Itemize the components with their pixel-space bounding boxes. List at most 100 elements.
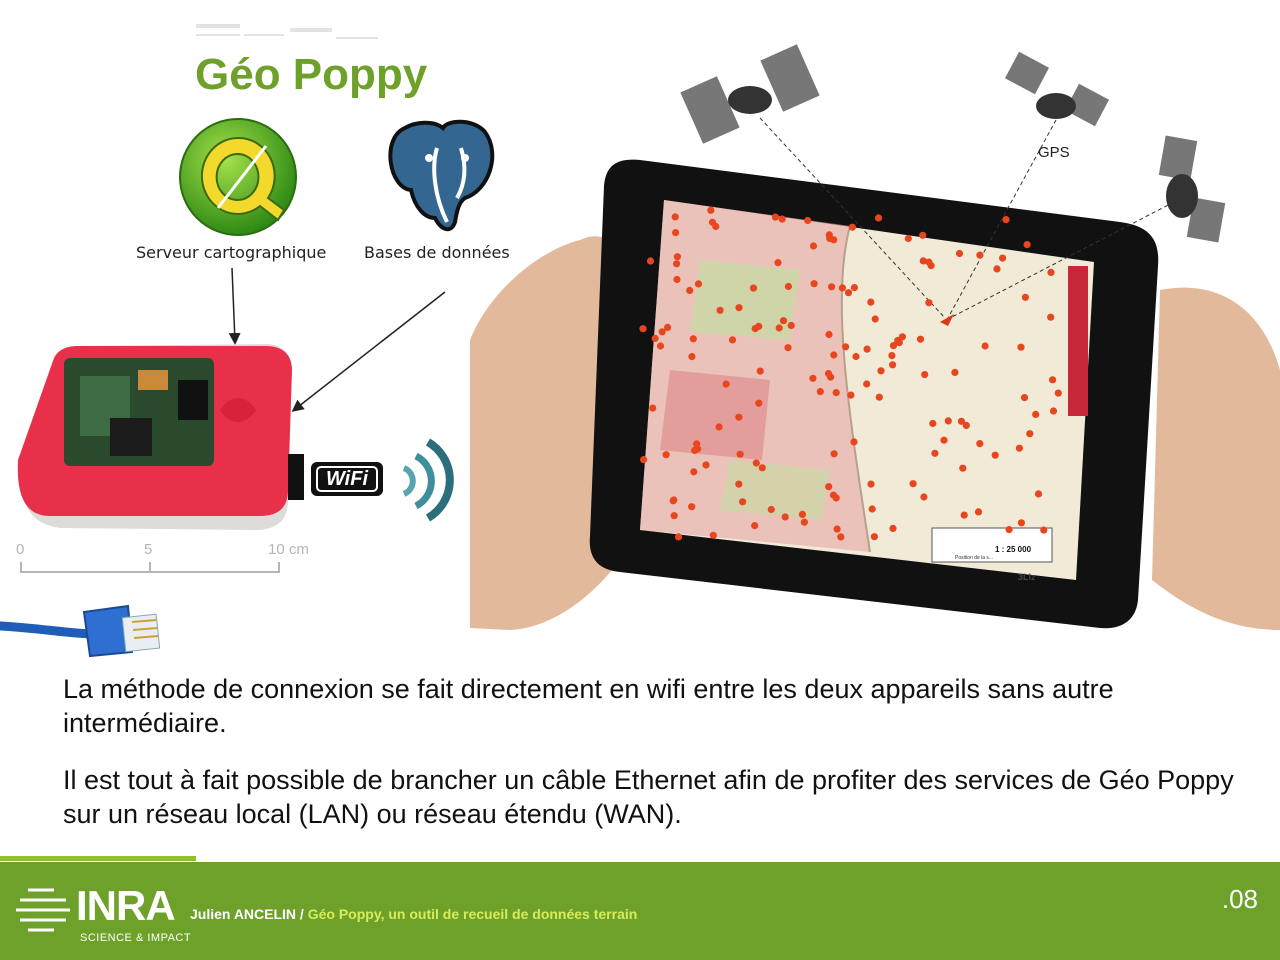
map-point bbox=[852, 352, 860, 361]
map-point bbox=[673, 253, 681, 261]
map-point bbox=[1002, 216, 1010, 224]
map-point bbox=[778, 215, 786, 223]
map-point bbox=[689, 335, 697, 343]
map-point bbox=[735, 304, 743, 312]
map-point bbox=[1015, 444, 1023, 452]
map-point bbox=[784, 282, 792, 291]
map-point bbox=[735, 480, 743, 488]
map-point bbox=[1054, 389, 1062, 397]
map-point bbox=[756, 367, 764, 375]
map-point bbox=[838, 284, 846, 292]
map-point bbox=[640, 456, 648, 464]
map-point bbox=[708, 218, 717, 226]
map-point bbox=[672, 229, 680, 237]
map-point bbox=[673, 275, 681, 284]
footer-author-line: Julien ANCELIN / Géo Poppy, un outil de … bbox=[190, 906, 637, 922]
map-point bbox=[662, 451, 670, 459]
page-number: .08 bbox=[1221, 884, 1258, 914]
map-point bbox=[707, 206, 715, 214]
map-point bbox=[837, 533, 845, 541]
map-point bbox=[844, 289, 853, 297]
map-point bbox=[898, 333, 906, 341]
map-point bbox=[904, 234, 912, 243]
map-point bbox=[824, 370, 833, 378]
author-name: Julien ANCELIN / bbox=[190, 906, 304, 922]
map-point bbox=[867, 298, 875, 306]
wifi-label: WiFi bbox=[325, 468, 369, 490]
map-point bbox=[800, 518, 808, 526]
map-point bbox=[921, 371, 929, 379]
map-point bbox=[920, 493, 928, 501]
map-point bbox=[739, 498, 747, 506]
map-point bbox=[991, 451, 999, 459]
map-point bbox=[889, 524, 897, 532]
map-point bbox=[847, 391, 855, 399]
ethernet-cable-icon bbox=[0, 604, 161, 658]
map-point bbox=[1040, 526, 1048, 534]
map-point bbox=[1047, 313, 1055, 321]
map-point bbox=[828, 283, 836, 291]
map-point bbox=[842, 343, 850, 351]
map-point bbox=[829, 491, 838, 499]
map-point bbox=[871, 315, 879, 323]
map-point bbox=[1026, 430, 1034, 438]
map-point bbox=[658, 328, 666, 336]
map-point bbox=[715, 423, 723, 431]
map-point bbox=[784, 344, 792, 352]
map-point bbox=[976, 440, 984, 448]
map-point bbox=[781, 513, 789, 521]
map-point bbox=[671, 213, 679, 221]
map-point bbox=[944, 417, 952, 425]
map-point bbox=[639, 325, 647, 333]
map-point bbox=[919, 257, 927, 265]
ruler-label-5: 5 bbox=[144, 541, 153, 558]
map-point bbox=[688, 353, 696, 361]
map-point bbox=[758, 464, 766, 472]
map-point bbox=[833, 525, 841, 533]
map-point bbox=[690, 468, 698, 476]
map-point bbox=[649, 404, 657, 412]
map-point bbox=[826, 234, 834, 242]
map-point bbox=[749, 284, 758, 292]
map-point bbox=[669, 497, 677, 505]
map-point bbox=[787, 321, 795, 330]
map-point bbox=[870, 533, 878, 541]
map-point bbox=[810, 280, 818, 288]
presentation-subtitle: Géo Poppy, un outil de recueil de donnée… bbox=[303, 906, 638, 922]
map-point bbox=[809, 374, 817, 382]
ruler-label-0: 0 bbox=[16, 541, 25, 558]
map-point bbox=[1017, 519, 1025, 527]
map-point bbox=[925, 299, 933, 307]
map-point bbox=[709, 531, 717, 539]
map-point bbox=[751, 522, 759, 530]
map-point bbox=[867, 480, 875, 488]
map-point bbox=[1021, 293, 1029, 301]
map-point bbox=[767, 505, 775, 514]
map-point bbox=[688, 503, 696, 511]
map-point bbox=[981, 342, 989, 350]
map-point bbox=[755, 399, 763, 407]
map-point bbox=[832, 389, 840, 397]
map-point bbox=[931, 449, 939, 457]
map-point bbox=[1017, 343, 1025, 351]
map-point bbox=[1049, 376, 1057, 384]
map-point bbox=[940, 436, 948, 444]
map-point bbox=[916, 335, 925, 343]
map-point bbox=[993, 265, 1001, 273]
map-point bbox=[874, 214, 883, 222]
paragraph-1: La méthode de connexion se fait directem… bbox=[63, 674, 1114, 738]
map-point bbox=[816, 388, 824, 396]
map-point bbox=[957, 417, 965, 425]
map-point bbox=[722, 380, 730, 388]
map-point bbox=[850, 438, 858, 446]
map-point bbox=[779, 317, 788, 325]
map-point bbox=[775, 324, 783, 332]
wifi-signal-icon bbox=[402, 438, 454, 522]
map-point bbox=[825, 483, 833, 491]
map-point bbox=[1023, 241, 1031, 249]
map-point bbox=[1049, 407, 1058, 415]
map-point bbox=[1034, 490, 1043, 498]
map-point bbox=[848, 223, 856, 231]
inra-globe-icon bbox=[16, 888, 70, 932]
map-point bbox=[875, 393, 883, 401]
